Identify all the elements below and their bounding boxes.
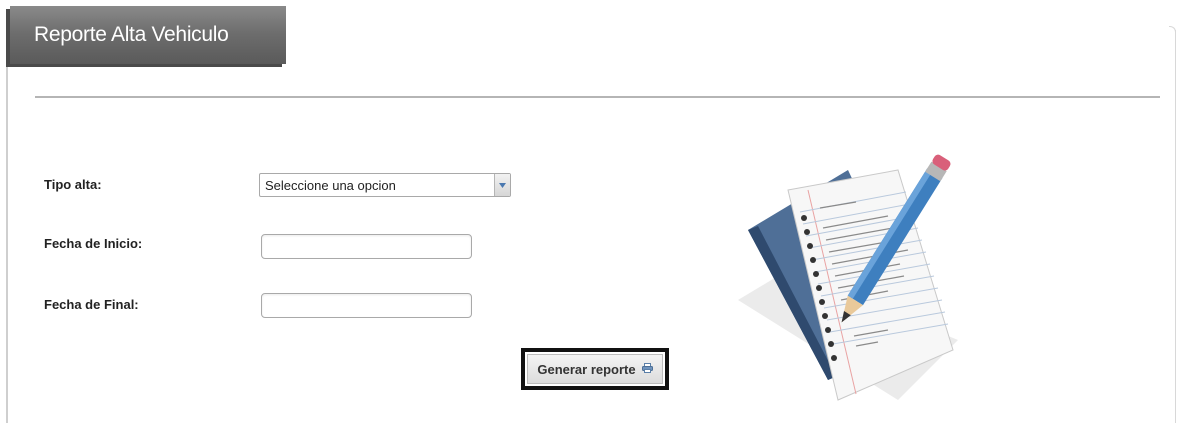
notepad-pencil-icon	[728, 150, 968, 408]
fecha-final-label: Fecha de Final:	[44, 297, 139, 312]
generate-report-button[interactable]: Generar reporte	[521, 348, 669, 390]
fecha-inicio-label: Fecha de Inicio:	[44, 236, 143, 251]
panel-left-border	[6, 52, 8, 423]
panel-right-border	[1175, 30, 1176, 423]
fecha-inicio-input[interactable]	[261, 234, 472, 259]
generate-report-button-face[interactable]: Generar reporte	[527, 354, 663, 384]
page-title: Reporte Alta Vehiculo	[34, 23, 229, 46]
header-divider	[35, 96, 1160, 98]
printer-icon	[641, 360, 653, 378]
report-page: Reporte Alta Vehiculo Tipo alta: Selecci…	[0, 0, 1178, 423]
generate-report-label: Generar reporte	[537, 361, 636, 377]
page-title-tab: Reporte Alta Vehiculo	[10, 6, 286, 64]
fecha-final-input[interactable]	[261, 293, 472, 318]
tipo-alta-selected-value: Seleccione una opcion	[265, 178, 396, 193]
tipo-alta-select[interactable]: Seleccione una opcion	[259, 173, 511, 197]
chevron-down-icon[interactable]	[494, 174, 510, 196]
tipo-alta-label: Tipo alta:	[44, 177, 102, 192]
